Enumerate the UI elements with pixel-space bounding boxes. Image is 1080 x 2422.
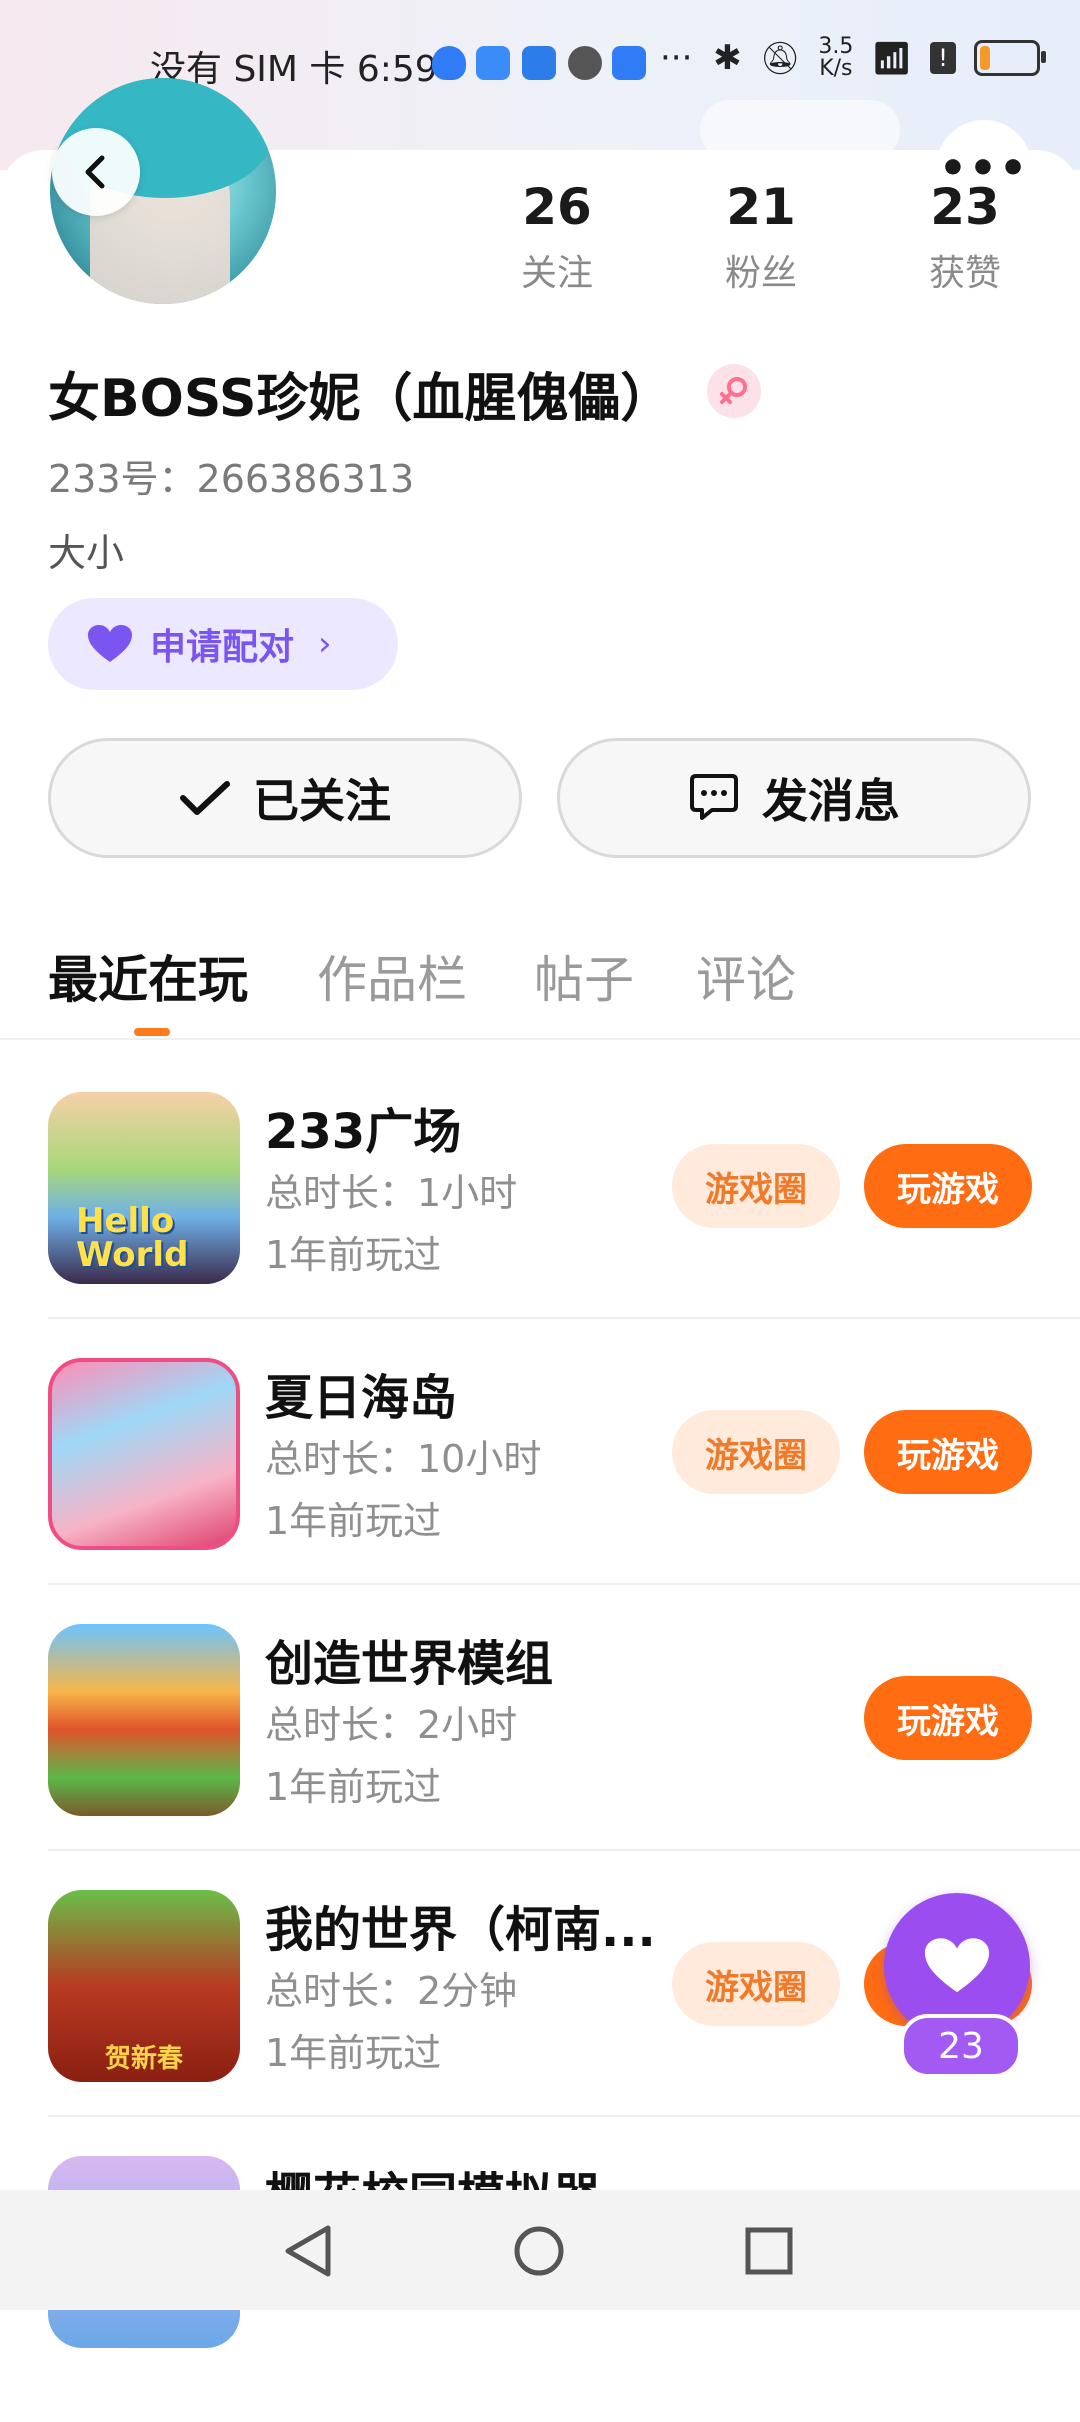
send-message-button[interactable]: 发消息 [557, 738, 1031, 858]
tab-comments[interactable]: 评论 [696, 940, 796, 1012]
stat-following-value: 26 [522, 178, 592, 236]
game-duration: 总时长：1小时 [265, 1171, 518, 1215]
row-divider [48, 1583, 1080, 1585]
heart-icon [924, 1938, 990, 1993]
game-duration: 总时长：2分钟 [265, 1969, 518, 2013]
game-circle-button[interactable]: 游戏圈 [672, 1942, 840, 2026]
tab-works[interactable]: 作品栏 [317, 940, 467, 1012]
stat-likes-value: 23 [930, 178, 1000, 236]
game-duration: 总时长：10小时 [265, 1437, 542, 1481]
game-circle-button[interactable]: 游戏圈 [672, 1410, 840, 1494]
profile-uid: 233号：266386313 [48, 457, 415, 501]
game-duration: 总时长：2小时 [265, 1703, 518, 1747]
game-icon [48, 1624, 240, 1816]
sim-alert-icon: ! [930, 42, 956, 74]
status-right: ✱ 🔕︎ 3.5 K/s 📶︎ ! [713, 34, 1046, 81]
pair-request-label: 申请配对 [150, 627, 295, 668]
profile-name: 女BOSS珍妮（血腥傀儡） [48, 369, 673, 429]
send-message-label: 发消息 [762, 774, 900, 828]
nav-recents-icon[interactable] [744, 2226, 794, 2276]
wifi-icon: 📶︎ [871, 39, 912, 77]
row-divider [48, 1849, 1080, 1851]
stat-likes-label: 获赞 [928, 253, 1001, 294]
game-last-played: 1年前玩过 [265, 2031, 442, 2075]
battery-icon [974, 40, 1046, 76]
bluetooth-icon: ✱ [713, 38, 742, 78]
wechat-icon [568, 46, 602, 80]
stat-fans-value: 21 [726, 178, 796, 236]
tab-posts[interactable]: 帖子 [534, 940, 634, 1012]
weather-icon [522, 46, 556, 80]
nav-back-icon[interactable] [282, 2224, 334, 2278]
stat-fans-label: 粉丝 [724, 253, 797, 294]
cloud-app-icon [476, 46, 510, 80]
stat-fans[interactable]: 21 粉丝 [701, 178, 821, 296]
game-last-played: 1年前玩过 [265, 1499, 442, 1543]
play-game-button[interactable]: 玩游戏 [864, 1144, 1032, 1228]
row-divider [48, 1317, 1080, 1319]
tab-recent-played[interactable]: 最近在玩 [48, 940, 248, 1012]
chevron-left-icon [85, 155, 105, 189]
game-title: 夏日海岛 [265, 1370, 458, 1426]
play-game-button[interactable]: 玩游戏 [864, 1676, 1032, 1760]
shield-icon [432, 46, 466, 80]
game-icon: Hello World [48, 1092, 240, 1284]
system-nav-bar [0, 2190, 1080, 2310]
chevron-right-icon: › [318, 624, 332, 664]
check-icon [180, 781, 230, 815]
stat-likes[interactable]: 23 获赞 [905, 178, 1025, 296]
tab-indicator [134, 1028, 170, 1036]
followed-label: 已关注 [253, 774, 391, 828]
back-button[interactable] [52, 128, 140, 216]
female-gender-icon [707, 364, 761, 418]
net-speed: 3.5 K/s [818, 34, 854, 81]
chat-bubble-icon [690, 774, 738, 820]
stat-following[interactable]: 26 关注 [497, 178, 617, 296]
mute-icon: 🔕︎ [759, 39, 801, 77]
battery-fill [980, 46, 990, 70]
play-game-button[interactable]: 玩游戏 [864, 1410, 1032, 1494]
stat-following-label: 关注 [520, 253, 593, 294]
game-title: 我的世界（柯南... [265, 1902, 656, 1958]
game-icon [48, 1358, 240, 1550]
bulb-app-icon [612, 46, 646, 80]
game-icon: 贺新春 [48, 1890, 240, 2082]
tab-divider [0, 1038, 1080, 1040]
pair-request-button[interactable]: 申请配对 › [48, 598, 398, 690]
profile-bio: 大小 [48, 531, 125, 575]
row-divider [48, 2115, 1080, 2117]
game-circle-button[interactable]: 游戏圈 [672, 1144, 840, 1228]
nav-home-icon[interactable] [512, 2224, 566, 2278]
followed-button[interactable]: 已关注 [48, 738, 522, 858]
like-count-badge: 23 [900, 2014, 1022, 2078]
more-notifications-icon: ··· [660, 38, 693, 78]
game-title: 创造世界模组 [265, 1636, 554, 1692]
heart-icon [88, 625, 132, 662]
game-last-played: 1年前玩过 [265, 1233, 442, 1277]
game-title: 233广场 [265, 1104, 462, 1160]
game-last-played: 1年前玩过 [265, 1765, 442, 1809]
